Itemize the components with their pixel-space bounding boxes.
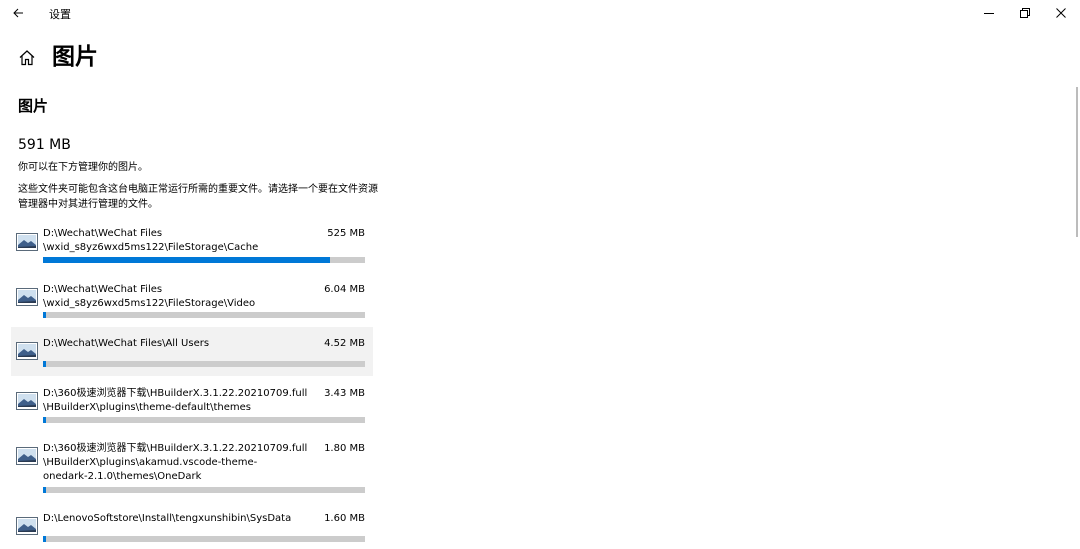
title-bar: 设置 [0,0,1080,28]
folder-item[interactable]: D:\360极速浏览器下载\HBuilderX.3.1.22.20210709.… [11,384,373,430]
picture-folder-icon [16,392,38,410]
folder-size: 4.52 MB [324,338,365,349]
scrollbar[interactable] [1076,87,1078,237]
folder-path: D:\Wechat\WeChat Files\All Users [43,338,210,349]
folder-size: 1.60 MB [324,513,365,524]
picture-folder-icon [16,233,38,251]
folder-item[interactable]: D:\360极速浏览器下载\HBuilderX.3.1.22.20210709.… [11,439,373,498]
restore-button[interactable] [1014,3,1036,23]
picture-folder-icon [16,342,38,360]
usage-bar [43,257,365,263]
home-icon[interactable] [18,49,36,67]
usage-bar [43,536,365,542]
folder-item[interactable]: D:\LenovoSoftstore\Install\tengxunshibin… [11,509,373,545]
section-title: 图片 [18,97,49,115]
folder-path: D:\360极速浏览器下载\HBuilderX.3.1.22.20210709.… [43,388,308,413]
usage-bar-fill [43,257,330,263]
folder-path: D:\Wechat\WeChat Files \wxid_s8yz6wxd5ms1… [43,228,259,253]
minimize-button[interactable] [978,3,1000,23]
back-button[interactable] [8,3,30,23]
total-size: 591 MB [18,137,71,153]
folder-size: 3.43 MB [324,388,365,399]
page-title: 图片 [52,44,98,70]
usage-bar [43,361,365,367]
description-text: 你可以在下方管理你的图片。 [18,162,148,173]
back-arrow-icon [13,8,23,18]
usage-bar-fill [43,536,46,542]
usage-bar-fill [43,361,46,367]
usage-bar [43,312,365,318]
folder-size: 525 MB [327,228,365,239]
picture-folder-icon [16,447,38,465]
usage-bar-fill [43,417,46,423]
picture-folder-icon [16,517,38,535]
warning-text: 这些文件夹可能包含这台电脑正常运行所需的重要文件。请选择一个要在文件资源管理器中… [18,184,378,210]
close-icon [1056,8,1066,18]
app-title: 设置 [49,8,71,21]
folder-path: D:\Wechat\WeChat Files \wxid_s8yz6wxd5ms1… [43,284,256,309]
minimize-icon [984,13,994,14]
folder-item[interactable]: D:\Wechat\WeChat Files\All Users 4.52 MB [11,327,373,376]
folder-size: 1.80 MB [324,443,365,454]
restore-icon [1020,8,1030,18]
folder-path: D:\360极速浏览器下载\HBuilderX.3.1.22.20210709.… [43,443,308,482]
usage-bar [43,417,365,423]
usage-bar-fill [43,487,46,493]
folder-path: D:\LenovoSoftstore\Install\tengxunshibin… [43,513,292,524]
close-button[interactable] [1050,3,1072,23]
folder-size: 6.04 MB [324,284,365,295]
usage-bar-fill [43,312,46,318]
picture-folder-icon [16,288,38,306]
folder-item[interactable]: D:\Wechat\WeChat Files \wxid_s8yz6wxd5ms1… [11,224,373,270]
folder-item[interactable]: D:\Wechat\WeChat Files \wxid_s8yz6wxd5ms1… [11,280,373,326]
usage-bar [43,487,365,493]
